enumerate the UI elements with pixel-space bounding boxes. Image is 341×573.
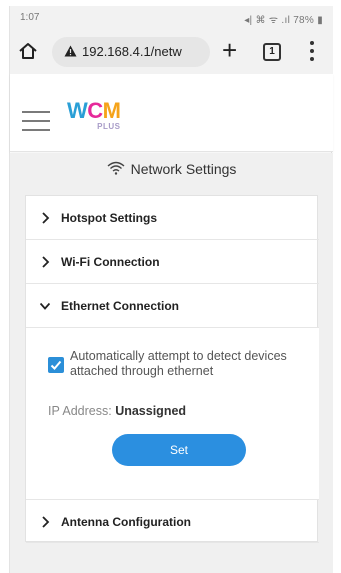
accordion-wifi-connection[interactable]: Wi-Fi Connection (26, 240, 319, 284)
phone-screen: 1:07 ◂| ⌘ ᯤ .ıl 78% ▮ 192.168.4.1/netw +… (9, 6, 333, 573)
wcm-plus-logo: WCM PLUS (67, 98, 121, 132)
signal-icons: ◂| ⌘ ᯤ .ıl (244, 15, 294, 26)
accordion-label: Ethernet Connection (61, 299, 180, 313)
chevron-right-icon (42, 212, 50, 224)
chevron-right-icon (42, 516, 50, 528)
battery-icon: ▮ (314, 15, 323, 26)
page-title-text: Network Settings (130, 161, 237, 177)
chevron-right-icon (42, 256, 50, 268)
status-time: 1:07 (20, 12, 40, 23)
ethernet-panel: Automatically attempt to detect devices … (26, 328, 319, 499)
page-title: Network Settings (10, 161, 333, 185)
accordion-antenna-configuration[interactable]: Antenna Configuration (26, 499, 319, 543)
check-icon (50, 360, 62, 370)
ip-address-value: Unassigned (115, 404, 187, 418)
accordion-hotspot-settings[interactable]: Hotspot Settings (26, 196, 319, 240)
wifi-icon (107, 161, 125, 175)
status-bar: 1:07 ◂| ⌘ ᯤ .ıl 78% ▮ (10, 6, 333, 30)
address-bar[interactable]: 192.168.4.1/netw (52, 37, 210, 67)
auto-detect-checkbox[interactable] (48, 357, 64, 373)
hamburger-menu-icon[interactable] (22, 111, 50, 131)
ip-address-row: IP Address: Unassigned (48, 404, 186, 418)
ip-address-label: IP Address: (48, 404, 112, 418)
set-button[interactable]: Set (112, 434, 246, 466)
tab-switcher-button[interactable]: 1 (263, 43, 281, 61)
app-header: WCM PLUS (10, 74, 333, 152)
warning-icon[interactable] (64, 45, 77, 57)
more-menu-icon[interactable] (310, 41, 314, 61)
auto-detect-label[interactable]: Automatically attempt to detect devices … (70, 349, 310, 379)
accordion-label: Hotspot Settings (61, 211, 157, 225)
chevron-down-icon (40, 302, 50, 310)
accordion-label: Wi-Fi Connection (61, 255, 160, 269)
browser-toolbar: 192.168.4.1/netw + 1 (10, 30, 333, 74)
accordion-ethernet-connection[interactable]: Ethernet Connection (26, 284, 319, 328)
url-text: 192.168.4.1/netw (82, 44, 182, 59)
page-content: Network Settings Hotspot Settings Wi-Fi … (10, 153, 333, 573)
new-tab-icon[interactable]: + (222, 36, 237, 64)
home-icon[interactable] (18, 41, 38, 61)
battery-percent: 78% (293, 15, 315, 26)
status-indicators: ◂| ⌘ ᯤ .ıl 78% ▮ (244, 12, 323, 26)
settings-accordion: Hotspot Settings Wi-Fi Connection Ethern… (25, 195, 319, 543)
accordion-label: Antenna Configuration (61, 515, 191, 529)
